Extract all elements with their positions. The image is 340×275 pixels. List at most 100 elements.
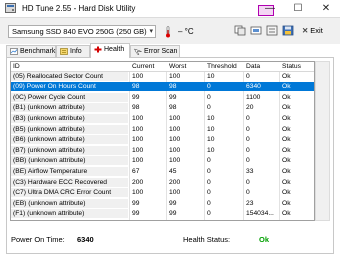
cell-id: (09) Power On Hours Count (11, 82, 128, 92)
cell-threshold: 10 (207, 146, 215, 154)
table-header-row: ID Current Worst Threshold Data Status (11, 62, 314, 72)
table-row[interactable]: (C7) Ultra DMA CRC Error Count 100 100 0 0 Ok (11, 188, 314, 198)
cell-status: Ok (282, 199, 291, 207)
cell-threshold: 0 (207, 104, 211, 112)
cell-current: 99 (132, 199, 140, 207)
vertical-scrollbar[interactable] (315, 61, 330, 221)
header-data[interactable]: Data (244, 62, 279, 71)
table-row[interactable]: (0C) Power Cycle Count 99 99 0 1100 Ok (11, 92, 314, 102)
table-row[interactable]: (BB) (unknown attribute) 100 100 0 0 Ok (11, 156, 314, 166)
cell-worst: 99 (169, 199, 177, 207)
health-status-value: Ok (259, 235, 270, 244)
cell-id: (B3) (unknown attribute) (11, 113, 128, 123)
cell-status: Ok (282, 136, 291, 144)
table-row[interactable]: (05) Reallocated Sector Count 100 100 10 0 Ok (11, 71, 314, 81)
cell-worst: 100 (169, 72, 181, 80)
cell-current: 200 (132, 178, 144, 186)
cell-data: 23 (246, 199, 254, 207)
cell-current: 100 (132, 125, 144, 133)
header-current[interactable]: Current (130, 62, 166, 71)
close-button[interactable]: ✕ (312, 0, 340, 17)
cell-worst: 200 (169, 178, 181, 186)
error-scan-icon (134, 48, 142, 55)
table-row[interactable]: (09) Power On Hours Count 98 98 0 6340 Ok (11, 82, 314, 92)
header-threshold[interactable]: Threshold (205, 62, 243, 71)
cell-worst: 100 (169, 114, 181, 122)
options-icon[interactable] (266, 25, 278, 36)
cell-threshold: 0 (207, 93, 211, 101)
cell-status: Ok (282, 210, 291, 218)
table-row[interactable]: (B5) (unknown attribute) 100 100 10 0 Ok (11, 124, 314, 134)
tab-health[interactable]: Health (90, 43, 130, 58)
cell-threshold: 10 (207, 114, 215, 122)
cell-id: (BE) Airflow Temperature (11, 166, 128, 176)
table-row[interactable]: (F1) (unknown attribute) 99 99 0 154034... Ok (11, 209, 314, 219)
cell-data: 0 (246, 125, 250, 133)
table-row[interactable]: (B6) (unknown attribute) 100 100 10 0 Ok (11, 135, 314, 145)
cell-worst: 98 (169, 104, 177, 112)
cell-id: (B7) (unknown attribute) (11, 145, 128, 155)
table-row[interactable]: (B1) (unknown attribute) 98 98 0 20 Ok (11, 103, 314, 113)
table-row[interactable]: (B7) (unknown attribute) 100 100 10 0 Ok (11, 145, 314, 155)
cell-data: 154034... (246, 210, 274, 218)
cell-worst: 100 (169, 157, 181, 165)
cell-current: 100 (132, 146, 144, 154)
minimize-button[interactable]: — (256, 0, 284, 17)
status-bar: Power On Time: 6340 Health Status: Ok (7, 226, 333, 254)
cell-threshold: 0 (207, 167, 211, 175)
cell-id: (EB) (unknown attribute) (11, 198, 128, 208)
cell-worst: 100 (169, 146, 181, 154)
cell-worst: 99 (169, 93, 177, 101)
cell-data: 6340 (246, 83, 261, 91)
cell-threshold: 0 (207, 189, 211, 197)
cell-data: 0 (246, 189, 250, 197)
cell-threshold: 10 (207, 72, 215, 80)
tab-error-scan[interactable]: Error Scan (130, 45, 180, 57)
maximize-button[interactable]: ☐ (284, 0, 312, 17)
tab-info-label: Info (70, 48, 82, 55)
cell-worst: 45 (169, 167, 177, 175)
toolbar: Samsung SSD 840 EVO 250G (250 GB) ▾ – °C… (0, 17, 340, 44)
cell-current: 98 (132, 104, 140, 112)
cell-worst: 99 (169, 210, 177, 218)
drive-select[interactable]: Samsung SSD 840 EVO 250G (250 GB) ▾ (8, 25, 156, 38)
cell-status: Ok (282, 157, 291, 165)
cell-threshold: 10 (207, 136, 215, 144)
header-id[interactable]: ID (11, 62, 128, 71)
cell-worst: 100 (169, 136, 181, 144)
cell-worst: 98 (169, 83, 177, 91)
table-row[interactable]: (C3) Hardware ECC Recovered 200 200 0 0 Ok (11, 177, 314, 187)
cell-status: Ok (282, 189, 291, 197)
cell-status: Ok (282, 146, 291, 154)
cell-threshold: 0 (207, 83, 211, 91)
cell-current: 100 (132, 114, 144, 122)
save-disk-icon[interactable] (282, 25, 294, 36)
copy-icon[interactable] (234, 25, 246, 36)
cell-status: Ok (282, 72, 291, 80)
exit-button[interactable]: ✕ Exit (302, 25, 332, 37)
thermometer-icon (166, 26, 170, 38)
cell-worst: 100 (169, 125, 181, 133)
tab-info[interactable]: Info (56, 45, 90, 57)
table-row[interactable]: (EB) (unknown attribute) 99 99 0 23 Ok (11, 198, 314, 208)
table-row[interactable]: (BE) Airflow Temperature 67 45 0 33 Ok (11, 166, 314, 176)
benchmark-icon (10, 48, 18, 55)
health-status-label: Health Status: (183, 235, 231, 244)
cell-data: 20 (246, 104, 254, 112)
header-worst[interactable]: Worst (167, 62, 204, 71)
tab-health-label: Health (104, 46, 125, 53)
header-status[interactable]: Status (280, 62, 314, 71)
tab-benchmark[interactable]: Benchmark (6, 45, 56, 57)
hd-tune-app-icon (5, 3, 16, 13)
cell-status: Ok (282, 83, 291, 91)
exit-icon: ✕ (302, 26, 309, 35)
cell-status: Ok (282, 125, 291, 133)
cell-data: 0 (246, 72, 250, 80)
drive-select-value: Samsung SSD 840 EVO 250G (250 GB) (12, 27, 147, 36)
cell-current: 67 (132, 167, 140, 175)
cell-current: 99 (132, 93, 140, 101)
table-row[interactable]: (B3) (unknown attribute) 100 100 10 0 Ok (11, 113, 314, 123)
health-icon (94, 46, 102, 53)
screenshot-icon[interactable] (250, 25, 262, 36)
cell-status: Ok (282, 104, 291, 112)
